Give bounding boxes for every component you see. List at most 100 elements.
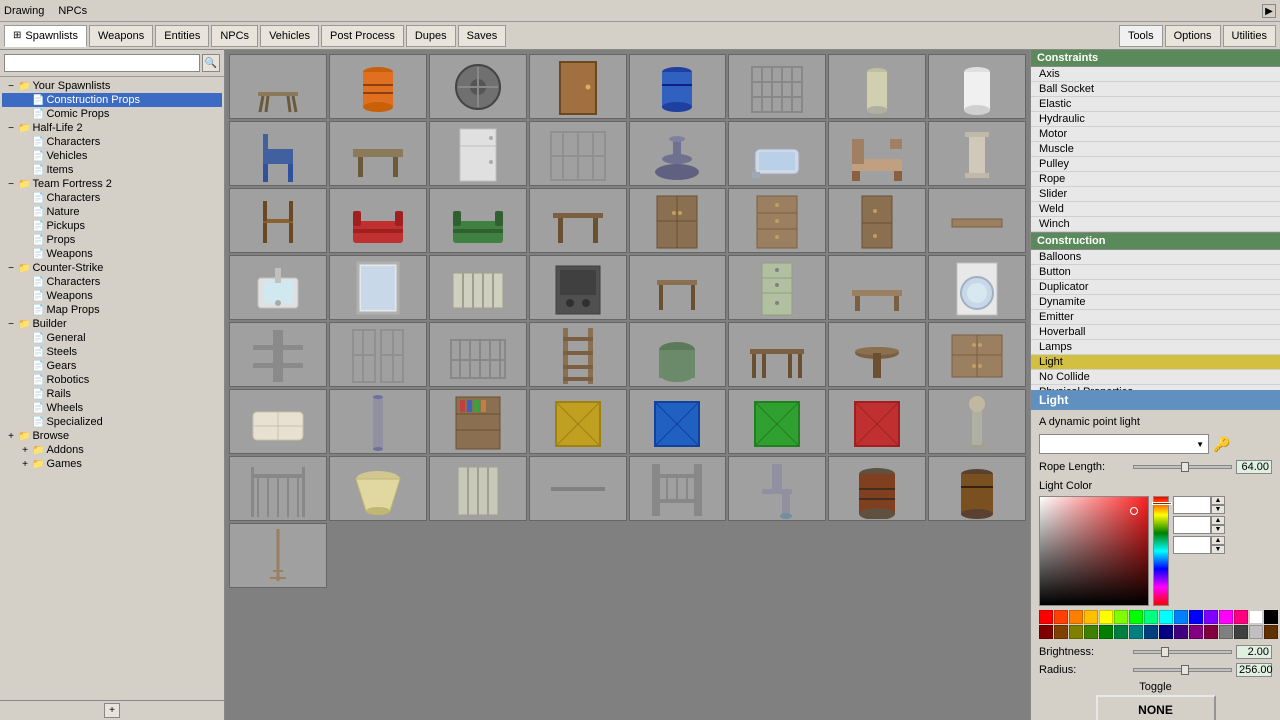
tree-item-4[interactable]: 📄Characters xyxy=(2,135,222,149)
item-thumb-47[interactable] xyxy=(928,389,1026,454)
color-swatch-28[interactable] xyxy=(1219,625,1233,639)
item-thumb-7[interactable] xyxy=(928,54,1026,119)
item-thumb-32[interactable] xyxy=(229,322,327,387)
green-increment[interactable]: ▲ xyxy=(1211,516,1225,525)
tree-item-12[interactable]: 📄Weapons xyxy=(2,247,222,261)
color-swatch-23[interactable] xyxy=(1144,625,1158,639)
item-thumb-1[interactable] xyxy=(329,54,427,119)
tab-postprocess[interactable]: Post Process xyxy=(321,25,404,47)
tree-toggle-26[interactable]: + xyxy=(18,445,32,456)
tree-item-6[interactable]: 📄Items xyxy=(2,163,222,177)
construction-item-balloons[interactable]: Balloons xyxy=(1031,250,1280,265)
item-thumb-28[interactable] xyxy=(629,255,727,320)
tree-item-14[interactable]: 📄Characters xyxy=(2,275,222,289)
constraint-item-rope[interactable]: Rope xyxy=(1031,172,1280,187)
tab-dupes[interactable]: Dupes xyxy=(406,25,456,47)
rtab-options[interactable]: Options xyxy=(1165,25,1221,47)
item-thumb-31[interactable] xyxy=(928,255,1026,320)
blue-input[interactable]: 255 xyxy=(1173,536,1211,554)
item-thumb-30[interactable] xyxy=(828,255,926,320)
tab-weapons[interactable]: Weapons xyxy=(89,25,153,47)
item-thumb-4[interactable] xyxy=(629,54,727,119)
item-thumb-16[interactable] xyxy=(229,188,327,253)
color-swatch-21[interactable] xyxy=(1114,625,1128,639)
red-input[interactable]: 255 xyxy=(1173,496,1211,514)
color-gradient[interactable] xyxy=(1039,496,1149,606)
color-swatch-26[interactable] xyxy=(1189,625,1203,639)
constraint-item-pulley[interactable]: Pulley xyxy=(1031,157,1280,172)
rope-length-slider[interactable] xyxy=(1133,465,1232,469)
item-thumb-17[interactable] xyxy=(329,188,427,253)
light-dropdown[interactable]: ▼ xyxy=(1039,434,1209,454)
item-thumb-9[interactable] xyxy=(329,121,427,186)
item-thumb-46[interactable] xyxy=(828,389,926,454)
item-thumb-52[interactable] xyxy=(629,456,727,521)
search-button[interactable]: 🔍 xyxy=(202,54,220,72)
item-thumb-50[interactable] xyxy=(429,456,527,521)
item-thumb-27[interactable] xyxy=(529,255,627,320)
item-thumb-12[interactable] xyxy=(629,121,727,186)
item-thumb-42[interactable] xyxy=(429,389,527,454)
tree-item-10[interactable]: 📄Pickups xyxy=(2,219,222,233)
item-thumb-43[interactable] xyxy=(529,389,627,454)
item-thumb-20[interactable] xyxy=(629,188,727,253)
color-swatch-27[interactable] xyxy=(1204,625,1218,639)
color-swatch-5[interactable] xyxy=(1114,610,1128,624)
tree-item-18[interactable]: 📄General xyxy=(2,331,222,345)
tab-vehicles[interactable]: Vehicles xyxy=(260,25,319,47)
item-thumb-24[interactable] xyxy=(229,255,327,320)
red-decrement[interactable]: ▼ xyxy=(1211,505,1225,514)
color-swatch-1[interactable] xyxy=(1054,610,1068,624)
color-swatch-15[interactable] xyxy=(1264,610,1278,624)
tree-item-3[interactable]: −📁Half-Life 2 xyxy=(2,121,222,135)
constraint-item-elastic[interactable]: Elastic xyxy=(1031,97,1280,112)
tab-npcs[interactable]: NPCs xyxy=(211,25,258,47)
color-swatch-2[interactable] xyxy=(1069,610,1083,624)
color-swatch-0[interactable] xyxy=(1039,610,1053,624)
construction-item-emitter[interactable]: Emitter xyxy=(1031,310,1280,325)
construction-item-lamps[interactable]: Lamps xyxy=(1031,340,1280,355)
color-swatch-12[interactable] xyxy=(1219,610,1233,624)
item-thumb-39[interactable] xyxy=(928,322,1026,387)
construction-item-dynamite[interactable]: Dynamite xyxy=(1031,295,1280,310)
tab-saves[interactable]: Saves xyxy=(458,25,507,47)
item-thumb-38[interactable] xyxy=(828,322,926,387)
item-thumb-41[interactable] xyxy=(329,389,427,454)
search-input[interactable] xyxy=(4,54,200,72)
color-swatch-16[interactable] xyxy=(1039,625,1053,639)
tree-toggle-17[interactable]: − xyxy=(4,319,18,330)
menu-npcs[interactable]: NPCs xyxy=(58,5,87,17)
tree-item-25[interactable]: +📁Browse xyxy=(2,429,222,443)
light-key-icon[interactable]: 🔑 xyxy=(1213,436,1230,453)
item-thumb-22[interactable] xyxy=(828,188,926,253)
item-thumb-35[interactable] xyxy=(529,322,627,387)
brightness-slider[interactable] xyxy=(1133,650,1232,654)
item-thumb-15[interactable] xyxy=(928,121,1026,186)
tree-item-20[interactable]: 📄Gears xyxy=(2,359,222,373)
tree-item-15[interactable]: 📄Weapons xyxy=(2,289,222,303)
radius-slider[interactable] xyxy=(1133,668,1232,672)
tree-item-21[interactable]: 📄Robotics xyxy=(2,373,222,387)
constraint-item-ball-socket[interactable]: Ball Socket xyxy=(1031,82,1280,97)
tree-toggle-27[interactable]: + xyxy=(18,459,32,470)
item-thumb-53[interactable] xyxy=(728,456,826,521)
item-thumb-40[interactable] xyxy=(229,389,327,454)
tree-item-13[interactable]: −📁Counter-Strike xyxy=(2,261,222,275)
tree-toggle-25[interactable]: + xyxy=(4,431,18,442)
item-thumb-6[interactable] xyxy=(828,54,926,119)
tree-toggle-7[interactable]: − xyxy=(4,179,18,190)
item-thumb-26[interactable] xyxy=(429,255,527,320)
item-thumb-11[interactable] xyxy=(529,121,627,186)
tree-item-1[interactable]: 📄Construction Props xyxy=(2,93,222,107)
tree-toggle-0[interactable]: − xyxy=(4,81,18,92)
constraint-item-muscle[interactable]: Muscle xyxy=(1031,142,1280,157)
item-thumb-34[interactable] xyxy=(429,322,527,387)
constraint-item-motor[interactable]: Motor xyxy=(1031,127,1280,142)
construction-item-button[interactable]: Button xyxy=(1031,265,1280,280)
color-swatch-25[interactable] xyxy=(1174,625,1188,639)
tree-item-26[interactable]: +📁Addons xyxy=(2,443,222,457)
tree-toggle-13[interactable]: − xyxy=(4,263,18,274)
tree-item-19[interactable]: 📄Steels xyxy=(2,345,222,359)
item-thumb-14[interactable] xyxy=(828,121,926,186)
color-swatch-4[interactable] xyxy=(1099,610,1113,624)
